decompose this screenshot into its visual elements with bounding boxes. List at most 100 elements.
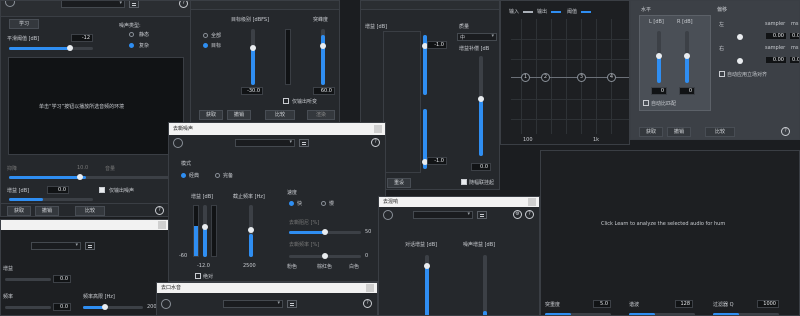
dereverb-close-icon[interactable] [528,198,536,206]
stereo-tab-get[interactable]: 获取 [639,127,663,137]
gain-value[interactable]: 0.0 [47,186,69,194]
render-button[interactable]: 渲染 [307,110,335,120]
dehiss-close-icon[interactable] [374,125,382,133]
release-knob[interactable] [322,253,328,259]
loudness-tab-get[interactable]: 获取 [199,110,223,120]
noise-type-option-0[interactable]: 静态 [139,31,149,38]
eq-node-1[interactable]: 1 [521,73,530,82]
right-offset-knob[interactable] [737,58,743,64]
speed-radio-0[interactable] [289,201,294,206]
loudness-tab-compare[interactable]: 比较 [265,110,295,120]
right-ms-value[interactable]: 0.0 [789,56,799,64]
compensation-knob[interactable] [478,96,484,102]
l-value[interactable]: 0 [651,87,667,95]
attack-knob[interactable] [322,229,328,235]
k1-value[interactable]: 5.0 [593,300,611,308]
mode-option-1[interactable]: 目标 [211,42,221,49]
row2-slider[interactable] [5,306,51,309]
row1-slider[interactable] [5,278,51,281]
noise-type-radio-0[interactable] [129,32,134,37]
l-knob[interactable] [656,53,662,59]
speed-option-0[interactable]: 快 [297,200,302,207]
loudness-tab-undo[interactable]: 撤销 [227,110,251,120]
row1-value[interactable]: 0.0 [53,275,71,283]
close-icon[interactable] [158,221,166,229]
upper-value[interactable]: -1.0 [427,41,447,49]
target-value[interactable]: -30.0 [241,87,263,95]
spectral-preset-dropdown[interactable] [31,242,81,250]
noise-type-radio-1[interactable] [129,43,134,48]
link-checkbox[interactable] [461,179,467,185]
stereo-tab-undo[interactable]: 撤销 [667,127,691,137]
dehiss-mode-0[interactable]: 经典 [189,172,199,179]
left-sample-value[interactable]: 0.00 [765,32,787,40]
demouth-close-icon[interactable] [366,284,374,292]
eq-node-4[interactable]: 4 [607,73,616,82]
dehiss-cutoff-knob[interactable] [248,227,254,233]
mode-option-0[interactable]: 全部 [211,32,221,39]
peak-slider[interactable] [321,29,325,85]
output-noise-only-checkbox[interactable] [99,187,105,193]
eq-node-2[interactable]: 2 [541,73,550,82]
stereo-tab-compare[interactable]: 比较 [705,127,735,137]
r-knob[interactable] [684,53,690,59]
row2-value[interactable]: 0.0 [53,303,71,311]
speed-radio-1[interactable] [321,201,326,206]
tab-get[interactable]: 获取 [7,206,31,216]
dehiss-mode-radio-0[interactable] [181,173,186,178]
dehiss-menu-icon[interactable] [299,139,309,147]
peak-value[interactable]: 60.0 [313,87,335,95]
dehiss-mode-1[interactable]: 完备 [223,172,233,179]
footer-help-icon[interactable]: ? [155,206,164,215]
target-knob[interactable] [250,45,256,51]
threshold-slider[interactable] [9,47,93,50]
auto-match-checkbox[interactable] [643,100,649,106]
compensation-slider[interactable] [479,56,483,156]
noise-gain-slider[interactable] [483,255,487,315]
dereverb-settings-icon[interactable]: ⚙ [513,210,522,219]
dehiss-gain-knob[interactable] [202,224,208,230]
output-diff-checkbox[interactable] [283,98,289,104]
compensation-value[interactable]: 0.0 [471,163,491,171]
tab-compare[interactable]: 比较 [75,206,105,216]
peak-knob[interactable] [320,43,326,49]
dehiss-help-icon[interactable]: ? [371,138,380,147]
target-slider[interactable] [251,29,255,85]
preset-dropdown[interactable] [61,1,125,8]
k3-value[interactable]: 1000 [757,300,779,308]
lower-value[interactable]: -1.0 [427,157,447,165]
freq-slider[interactable] [83,306,143,309]
mode-radio-1[interactable] [203,43,208,48]
demouth-preset-dropdown[interactable] [223,300,283,308]
gain-slider[interactable] [9,198,93,201]
dereverb-menu-icon[interactable] [477,211,487,219]
dehiss-preset-dropdown[interactable] [235,139,295,147]
align-checkbox[interactable] [719,71,725,77]
demouth-help-icon[interactable]: ? [363,299,372,308]
k2-value[interactable]: 128 [675,300,693,308]
reset-button[interactable]: 重设 [387,178,411,188]
spectral-menu-icon[interactable] [85,242,95,250]
freq-knob[interactable] [102,304,108,310]
dialog-gain-knob[interactable] [424,263,430,269]
demouth-menu-icon[interactable] [287,300,297,308]
speed-option-1[interactable]: 慢 [329,200,334,207]
row1-knob[interactable] [77,174,83,180]
noise-type-option-1[interactable]: 复杂 [139,42,149,49]
absolute-checkbox[interactable] [195,273,201,279]
dehiss-gain-slider[interactable] [203,205,207,257]
eq-node-3[interactable]: 3 [577,73,586,82]
threshold-value[interactable]: -12 [71,34,93,42]
dereverb-preset-dropdown[interactable] [413,211,473,219]
row1-slider[interactable] [9,176,191,179]
dereverb-help-icon[interactable]: ? [525,210,534,219]
help-icon[interactable]: ? [179,1,188,8]
tab-undo[interactable]: 撤销 [35,206,59,216]
stereo-help-icon[interactable]: ? [781,127,790,136]
mode-radio-0[interactable] [203,33,208,38]
threshold-knob[interactable] [67,45,73,51]
dehiss-mode-radio-1[interactable] [215,173,220,178]
right-sample-value[interactable]: 0.00 [765,56,787,64]
quality-dropdown[interactable]: 中 [457,33,497,41]
r-value[interactable]: 0 [679,87,695,95]
